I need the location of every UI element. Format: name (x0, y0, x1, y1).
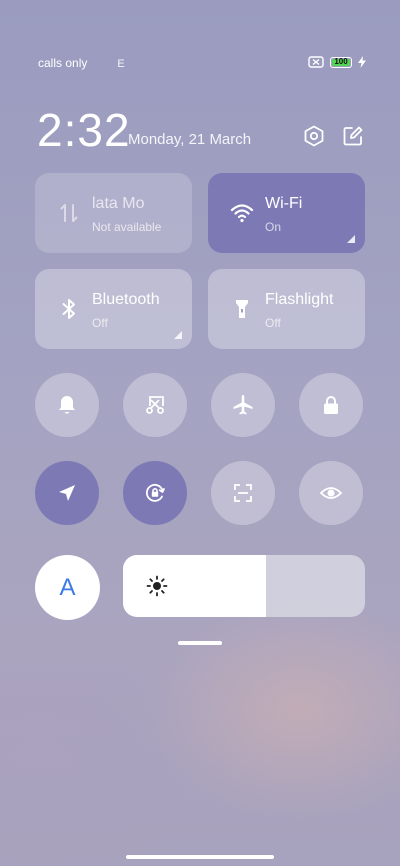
tile-title: Flashlight (265, 291, 334, 308)
clock-time: 2:32 (37, 104, 131, 156)
tile-title: Bluetooth (92, 291, 160, 308)
tile-title: Wi-Fi (265, 195, 303, 212)
bluetooth-icon (62, 299, 75, 319)
status-icons: 100 (308, 56, 366, 68)
mobile-data-icon (60, 204, 78, 222)
tile-mobile-data[interactable]: lata Mo Not available (35, 173, 192, 253)
expand-corner-icon[interactable] (347, 235, 355, 243)
home-indicator[interactable] (126, 855, 274, 859)
bell-icon (59, 396, 75, 414)
network-text: calls only (38, 56, 88, 70)
toggle-rotation-lock[interactable] (123, 461, 187, 525)
panel-drag-handle[interactable] (178, 641, 222, 645)
tile-subtitle: Off (265, 316, 281, 330)
auto-brightness-label: A (59, 573, 76, 601)
airplane-icon (233, 395, 253, 415)
eye-icon (319, 487, 343, 499)
flashlight-icon (236, 300, 248, 318)
expand-corner-icon[interactable] (174, 331, 182, 339)
brightness-slider[interactable] (123, 555, 365, 617)
auto-brightness-button[interactable]: A (35, 555, 100, 620)
location-icon (59, 485, 75, 501)
tile-subtitle: Off (92, 316, 108, 330)
toggle-screenshot[interactable] (123, 373, 187, 437)
toggle-scanner[interactable] (211, 461, 275, 525)
edit-icon[interactable] (341, 124, 365, 148)
tile-flashlight[interactable]: Flashlight Off (208, 269, 365, 349)
no-sim-icon (308, 56, 324, 68)
scanner-icon (234, 484, 252, 502)
toggle-airplane[interactable] (211, 373, 275, 437)
wifi-icon (230, 204, 254, 223)
tile-wifi[interactable]: Wi-Fi On (208, 173, 365, 253)
toggle-sound[interactable] (35, 373, 99, 437)
network-type: E (117, 58, 125, 70)
tile-title: lata Mo (92, 195, 145, 212)
settings-icon[interactable] (302, 124, 326, 148)
sun-icon (146, 575, 168, 597)
toggle-location[interactable] (35, 461, 99, 525)
toggle-reading-mode[interactable] (299, 461, 363, 525)
tile-bluetooth[interactable]: Bluetooth Off (35, 269, 192, 349)
rotation-lock-icon (145, 484, 165, 502)
tile-subtitle: Not available (92, 220, 162, 234)
battery-icon: 100 (330, 56, 352, 68)
tile-subtitle: On (265, 220, 282, 234)
battery-level: 100 (334, 57, 348, 66)
status-network: calls only E (38, 56, 125, 70)
lock-icon (324, 396, 338, 414)
bolt-icon (358, 56, 366, 68)
toggle-lock[interactable] (299, 373, 363, 437)
clock-date: Monday, 21 March (128, 131, 252, 148)
screenshot-icon (146, 396, 164, 414)
